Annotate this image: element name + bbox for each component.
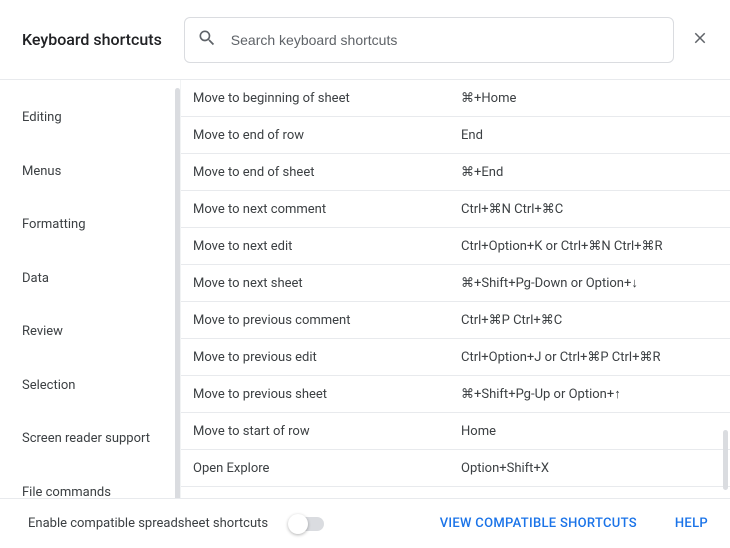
shortcut-keys: Home — [461, 424, 718, 439]
compatible-toggle[interactable] — [290, 517, 324, 531]
shortcut-action: Move to end of row — [193, 128, 461, 143]
shortcut-keys: ⌘+Shift+Pg-Up or Option+↑ — [461, 386, 718, 402]
shortcut-keys: ⌘+Shift+Pg-Down or Option+↓ — [461, 275, 718, 291]
dialog-header: Keyboard shortcuts — [0, 0, 730, 80]
sidebar-item-selection[interactable]: Selection — [0, 366, 180, 406]
shortcut-action: Move to next sheet — [193, 276, 461, 291]
shortcut-action: Move to start of row — [193, 424, 461, 439]
dialog-title: Keyboard shortcuts — [22, 30, 162, 49]
shortcut-action: Move to end of sheet — [193, 165, 461, 180]
shortcut-row: Move to next editCtrl+Option+K or Ctrl+⌘… — [181, 228, 730, 265]
shortcut-keys: Ctrl+⌘N Ctrl+⌘C — [461, 202, 718, 217]
shortcut-row: Move to next sheet⌘+Shift+Pg-Down or Opt… — [181, 265, 730, 302]
shortcut-keys: ⌘+End — [461, 165, 718, 180]
close-button[interactable] — [688, 28, 712, 52]
shortcut-row: Move to beginning of sheet⌘+Home — [181, 80, 730, 117]
sidebar-item-file-commands[interactable]: File commands — [0, 473, 180, 499]
shortcut-action: Move to next edit — [193, 239, 461, 254]
shortcut-row: Move to previous editCtrl+Option+J or Ct… — [181, 339, 730, 376]
shortcut-keys: End — [461, 128, 718, 143]
shortcut-action: Move to previous comment — [193, 313, 461, 328]
dialog-footer: Enable compatible spreadsheet shortcuts … — [0, 498, 730, 548]
shortcut-keys: Ctrl+⌘P Ctrl+⌘C — [461, 313, 718, 328]
sidebar-item-review[interactable]: Review — [0, 312, 180, 352]
shortcut-action: Move to previous edit — [193, 350, 461, 365]
shortcuts-table: Move to beginning of sheet⌘+HomeMove to … — [181, 80, 730, 487]
shortcut-keys: Ctrl+Option+K or Ctrl+⌘N Ctrl+⌘R — [461, 239, 718, 254]
sidebar-item-formatting[interactable]: Formatting — [0, 205, 180, 245]
shortcut-row: Move to start of rowHome — [181, 413, 730, 450]
shortcut-row: Open ExploreOption+Shift+X — [181, 450, 730, 487]
compatible-toggle-label: Enable compatible spreadsheet shortcuts — [28, 516, 268, 531]
search-field[interactable] — [184, 17, 674, 63]
sidebar-item-screen-reader-support[interactable]: Screen reader support — [0, 419, 180, 459]
shortcut-row: Move to end of sheet⌘+End — [181, 154, 730, 191]
scrollbar[interactable] — [723, 430, 728, 490]
shortcut-action: Move to previous sheet — [193, 387, 461, 402]
toggle-knob — [288, 514, 308, 534]
shortcut-keys: ⌘+Home — [461, 91, 718, 106]
shortcut-row: Move to end of rowEnd — [181, 117, 730, 154]
dialog-body: Editing Menus Formatting Data Review Selectio… — [0, 80, 730, 498]
search-input[interactable] — [231, 32, 661, 48]
sidebar-item-data[interactable]: Data — [0, 259, 180, 299]
close-icon — [691, 29, 709, 51]
shortcut-row: Move to previous sheet⌘+Shift+Pg-Up or O… — [181, 376, 730, 413]
sidebar-item-editing[interactable]: Editing — [0, 98, 180, 138]
view-compatible-link[interactable]: VIEW COMPATIBLE SHORTCUTS — [440, 516, 637, 531]
shortcut-row: Move to next commentCtrl+⌘N Ctrl+⌘C — [181, 191, 730, 228]
shortcuts-content: Move to beginning of sheet⌘+HomeMove to … — [180, 80, 730, 498]
sidebar-item-menus[interactable]: Menus — [0, 152, 180, 192]
shortcut-action: Move to next comment — [193, 202, 461, 217]
keyboard-shortcuts-dialog: Keyboard shortcuts Editing Menus Formattin… — [0, 0, 730, 548]
shortcut-keys: Ctrl+Option+J or Ctrl+⌘P Ctrl+⌘R — [461, 350, 718, 365]
help-link[interactable]: HELP — [675, 516, 708, 531]
shortcut-action: Move to beginning of sheet — [193, 91, 461, 106]
shortcut-action: Open Explore — [193, 461, 461, 476]
shortcut-keys: Option+Shift+X — [461, 461, 718, 476]
shortcut-row: Move to previous commentCtrl+⌘P Ctrl+⌘C — [181, 302, 730, 339]
category-sidebar: Editing Menus Formatting Data Review Selectio… — [0, 80, 180, 498]
search-icon — [197, 28, 217, 52]
